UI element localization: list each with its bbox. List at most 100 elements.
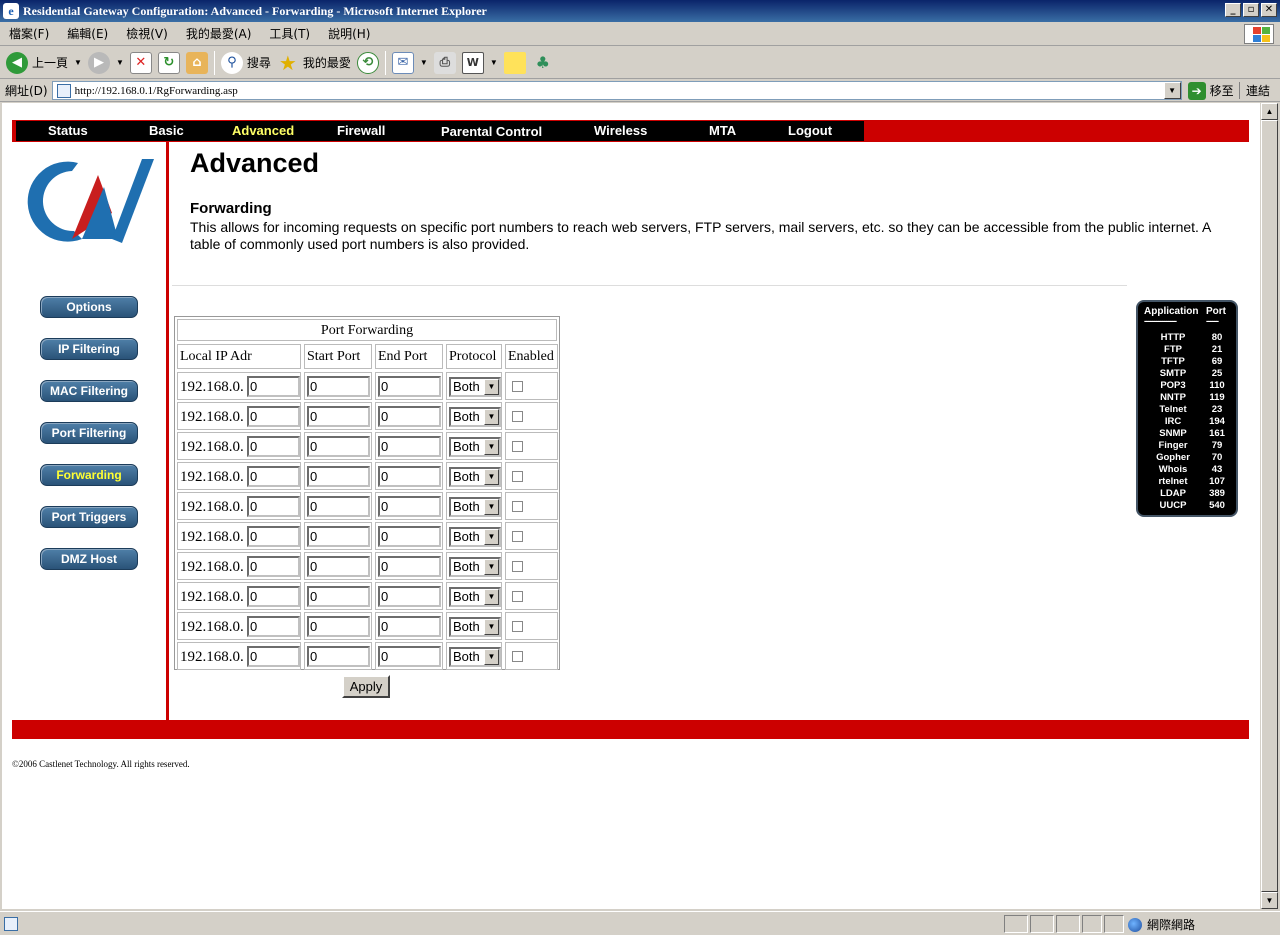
menu-favorites[interactable]: 我的最愛(A) xyxy=(177,25,261,42)
forward-button[interactable]: ▶ ▼ xyxy=(87,49,124,77)
nav-mta[interactable]: MTA xyxy=(709,123,736,138)
minimize-button[interactable]: _ xyxy=(1225,3,1241,17)
scroll-up-icon[interactable]: ▲ xyxy=(1261,103,1278,120)
enabled-checkbox[interactable] xyxy=(512,621,523,632)
enabled-checkbox[interactable] xyxy=(512,531,523,542)
enabled-checkbox[interactable] xyxy=(512,471,523,482)
sidebar-ip-filtering-button[interactable]: IP Filtering xyxy=(40,338,138,360)
search-button[interactable]: ⚲ 搜尋 xyxy=(220,49,271,77)
end-port-input[interactable] xyxy=(378,376,441,397)
nav-wireless[interactable]: Wireless xyxy=(594,123,647,138)
menu-help[interactable]: 說明(H) xyxy=(319,25,379,42)
ip-last-octet-input[interactable] xyxy=(247,466,300,487)
enabled-checkbox[interactable] xyxy=(512,651,523,662)
end-port-input[interactable] xyxy=(378,436,441,457)
start-port-input[interactable] xyxy=(307,586,370,607)
start-port-input[interactable] xyxy=(307,646,370,667)
print-button[interactable]: ⎙ xyxy=(433,49,456,77)
nav-basic[interactable]: Basic xyxy=(149,123,184,138)
nav-firewall[interactable]: Firewall xyxy=(337,123,385,138)
end-port-input[interactable] xyxy=(378,496,441,517)
maximize-button[interactable]: ▫ xyxy=(1243,3,1259,17)
start-port-input[interactable] xyxy=(307,526,370,547)
nav-logout[interactable]: Logout xyxy=(788,123,832,138)
sidebar-options-button[interactable]: Options xyxy=(40,296,138,318)
close-button[interactable]: ✕ xyxy=(1261,3,1277,17)
sidebar-port-triggers-button[interactable]: Port Triggers xyxy=(40,506,138,528)
start-port-input[interactable] xyxy=(307,616,370,637)
end-port-input[interactable] xyxy=(378,526,441,547)
stop-button[interactable]: ✕ xyxy=(129,49,152,77)
enabled-checkbox[interactable] xyxy=(512,411,523,422)
apply-button[interactable]: Apply xyxy=(342,675,390,698)
ip-last-octet-input[interactable] xyxy=(247,376,300,397)
history-button[interactable]: ⟲ xyxy=(356,49,379,77)
ip-last-octet-input[interactable] xyxy=(247,526,300,547)
dropdown-arrow-icon[interactable]: ▼ xyxy=(484,559,499,575)
menu-view[interactable]: 檢視(V) xyxy=(117,25,177,42)
ip-last-octet-input[interactable] xyxy=(247,436,300,457)
refresh-button[interactable]: ↻ xyxy=(157,49,180,77)
sidebar-forwarding-button[interactable]: Forwarding xyxy=(40,464,138,486)
messenger-button[interactable]: ♣ xyxy=(532,49,554,77)
enabled-checkbox[interactable] xyxy=(512,441,523,452)
start-port-input[interactable] xyxy=(307,466,370,487)
ip-last-octet-input[interactable] xyxy=(247,556,300,577)
dropdown-arrow-icon[interactable]: ▼ xyxy=(484,439,499,455)
dropdown-arrow-icon[interactable]: ▼ xyxy=(484,589,499,605)
dropdown-arrow-icon[interactable]: ▼ xyxy=(484,619,499,635)
menu-edit[interactable]: 編輯(E) xyxy=(58,25,117,42)
protocol-select[interactable]: Both ▼ xyxy=(449,617,501,637)
ip-last-octet-input[interactable] xyxy=(247,646,300,667)
start-port-input[interactable] xyxy=(307,376,370,397)
ip-last-octet-input[interactable] xyxy=(247,616,300,637)
nav-status[interactable]: Status xyxy=(48,123,88,138)
go-button[interactable]: ➔ 移至 xyxy=(1187,81,1234,100)
address-url[interactable]: http://192.168.0.1/RgForwarding.asp xyxy=(75,85,238,97)
dropdown-arrow-icon[interactable]: ▼ xyxy=(484,499,499,515)
start-port-input[interactable] xyxy=(307,556,370,577)
vertical-scrollbar[interactable]: ▲ ▼ xyxy=(1260,103,1278,909)
end-port-input[interactable] xyxy=(378,586,441,607)
protocol-select[interactable]: Both ▼ xyxy=(449,377,501,397)
discuss-button[interactable] xyxy=(503,49,526,77)
favorites-button[interactable]: ★ 我的最愛 xyxy=(277,49,351,77)
start-port-input[interactable] xyxy=(307,436,370,457)
sidebar-dmz-host-button[interactable]: DMZ Host xyxy=(40,548,138,570)
end-port-input[interactable] xyxy=(378,556,441,577)
end-port-input[interactable] xyxy=(378,616,441,637)
ip-last-octet-input[interactable] xyxy=(247,496,300,517)
edit-button[interactable]: W ▼ xyxy=(461,49,498,77)
menu-file[interactable]: 檔案(F) xyxy=(0,25,58,42)
dropdown-arrow-icon[interactable]: ▼ xyxy=(484,649,499,665)
enabled-checkbox[interactable] xyxy=(512,501,523,512)
protocol-select[interactable]: Both ▼ xyxy=(449,557,501,577)
protocol-select[interactable]: Both ▼ xyxy=(449,647,501,667)
edit-dropdown-icon[interactable]: ▼ xyxy=(490,58,498,67)
mail-dropdown-icon[interactable]: ▼ xyxy=(420,58,428,67)
menu-tools[interactable]: 工具(T) xyxy=(260,25,319,42)
protocol-select[interactable]: Both ▼ xyxy=(449,437,501,457)
forward-dropdown-icon[interactable]: ▼ xyxy=(116,58,124,67)
end-port-input[interactable] xyxy=(378,406,441,427)
dropdown-arrow-icon[interactable]: ▼ xyxy=(484,379,499,395)
enabled-checkbox[interactable] xyxy=(512,561,523,572)
protocol-select[interactable]: Both ▼ xyxy=(449,467,501,487)
end-port-input[interactable] xyxy=(378,646,441,667)
sidebar-port-filtering-button[interactable]: Port Filtering xyxy=(40,422,138,444)
protocol-select[interactable]: Both ▼ xyxy=(449,407,501,427)
nav-advanced[interactable]: Advanced xyxy=(232,123,294,138)
dropdown-arrow-icon[interactable]: ▼ xyxy=(484,409,499,425)
home-button[interactable]: ⌂ xyxy=(185,49,208,77)
nav-parental-control[interactable]: Parental Control xyxy=(441,124,542,139)
back-dropdown-icon[interactable]: ▼ xyxy=(74,58,82,67)
scroll-thumb[interactable] xyxy=(1261,120,1278,892)
protocol-select[interactable]: Both ▼ xyxy=(449,587,501,607)
enabled-checkbox[interactable] xyxy=(512,591,523,602)
end-port-input[interactable] xyxy=(378,466,441,487)
dropdown-arrow-icon[interactable]: ▼ xyxy=(484,529,499,545)
address-input[interactable]: http://192.168.0.1/RgForwarding.asp ▼ xyxy=(51,81,1182,100)
scroll-down-icon[interactable]: ▼ xyxy=(1261,892,1278,909)
sidebar-mac-filtering-button[interactable]: MAC Filtering xyxy=(40,380,138,402)
protocol-select[interactable]: Both ▼ xyxy=(449,527,501,547)
